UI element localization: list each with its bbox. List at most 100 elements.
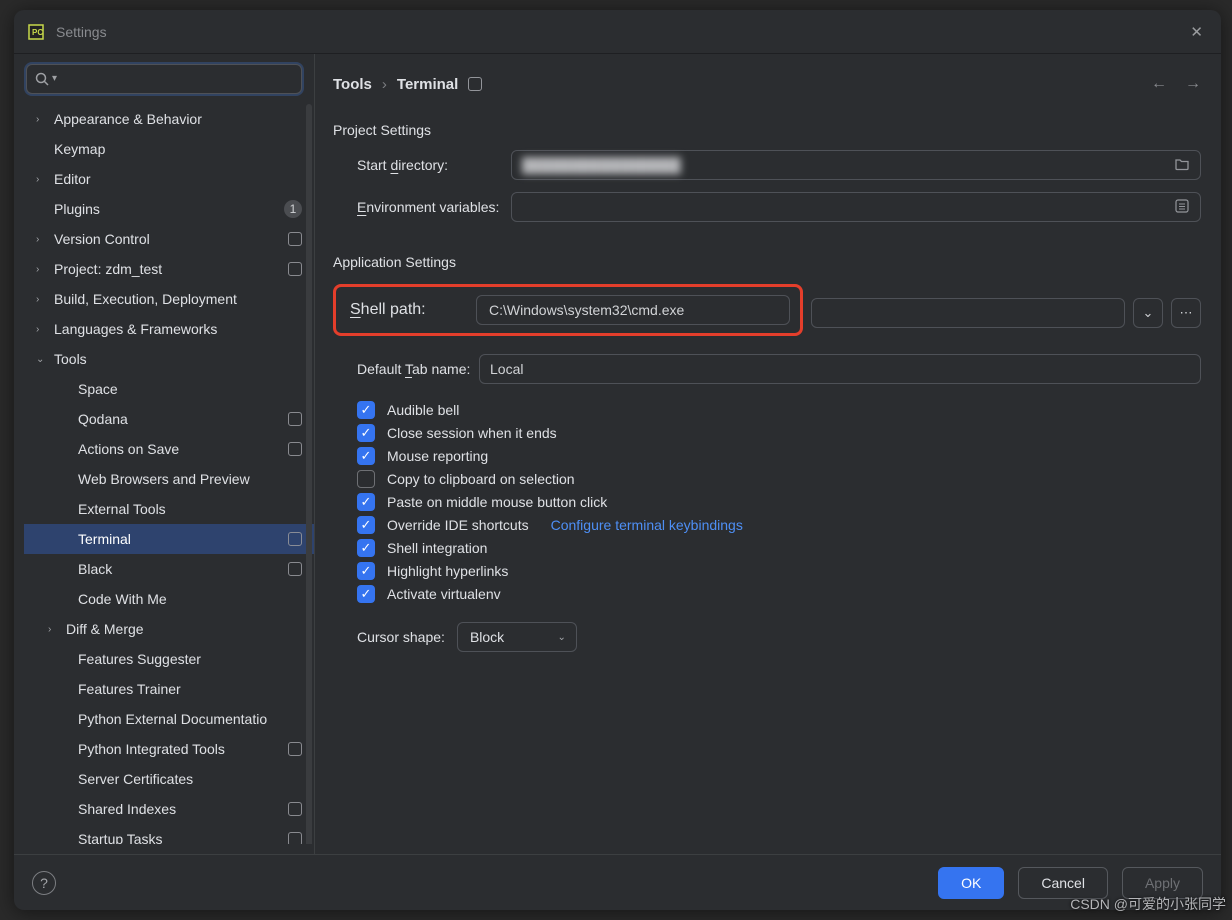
nav-forward-icon[interactable]: → bbox=[1185, 75, 1201, 93]
sidebar-item-label: Qodana bbox=[78, 411, 128, 427]
sidebar-item-label: Plugins bbox=[54, 201, 100, 217]
svg-text:PC: PC bbox=[32, 28, 43, 37]
sidebar-item-label: Shared Indexes bbox=[78, 801, 176, 817]
cursor-shape-label: Cursor shape: bbox=[357, 629, 445, 645]
checkbox-label: Shell integration bbox=[387, 540, 487, 556]
more-icon: ⋯ bbox=[1180, 305, 1193, 321]
checkbox[interactable]: ✓ bbox=[357, 562, 375, 580]
sidebar-item-diff-merge[interactable]: ›Diff & Merge bbox=[24, 614, 314, 644]
checkbox[interactable]: ✓ bbox=[357, 447, 375, 465]
section-project-settings: Project Settings bbox=[333, 122, 1201, 138]
sidebar-item-build-execution-deployment[interactable]: ›Build, Execution, Deployment bbox=[24, 284, 314, 314]
breadcrumb-leaf: Terminal bbox=[397, 76, 458, 93]
sidebar-item-tools[interactable]: ⌄Tools bbox=[24, 344, 314, 374]
shell-path-field-ext[interactable] bbox=[811, 298, 1125, 328]
checkbox-label: Override IDE shortcuts bbox=[387, 517, 529, 533]
sidebar-item-startup-tasks[interactable]: Startup Tasks bbox=[24, 824, 314, 844]
shell-path-dropdown[interactable]: ⌄ bbox=[1133, 298, 1163, 328]
settings-main: Tools › Terminal ← → Project Settings St… bbox=[315, 54, 1221, 854]
checkbox[interactable]: ✓ bbox=[357, 401, 375, 419]
app-icon: PC bbox=[28, 24, 44, 40]
default-tab-label: Default Tab name: bbox=[333, 361, 479, 377]
checkbox[interactable] bbox=[357, 470, 375, 488]
sidebar-item-shared-indexes[interactable]: Shared Indexes bbox=[24, 794, 314, 824]
sidebar-item-label: Code With Me bbox=[78, 591, 167, 607]
list-icon[interactable] bbox=[1174, 198, 1190, 217]
sidebar-item-plugins[interactable]: Plugins 1 bbox=[24, 194, 314, 224]
nav-back-icon[interactable]: ← bbox=[1151, 75, 1167, 93]
sidebar-item-label: Features Trainer bbox=[78, 681, 181, 697]
checkbox-label: Close session when it ends bbox=[387, 425, 557, 441]
scrollbar[interactable] bbox=[306, 104, 312, 844]
sidebar-item-version-control[interactable]: › Version Control bbox=[24, 224, 314, 254]
sidebar-item-label: Web Browsers and Preview bbox=[78, 471, 250, 487]
sidebar-item-project-zdm-test[interactable]: ›Project: zdm_test bbox=[24, 254, 314, 284]
sidebar-item-editor[interactable]: ›Editor bbox=[24, 164, 314, 194]
settings-tree[interactable]: ›Appearance & BehaviorKeymap›EditorPlugi… bbox=[24, 104, 314, 844]
cursor-shape-select[interactable]: Block ⌄ bbox=[457, 622, 577, 652]
shell-path-field[interactable]: C:\Windows\system32\cmd.exe bbox=[476, 295, 790, 325]
sidebar-item-actions-on-save[interactable]: Actions on Save bbox=[24, 434, 314, 464]
chevron-right-icon: › bbox=[36, 174, 39, 185]
sidebar-item-label: Project: zdm_test bbox=[54, 261, 162, 277]
folder-icon[interactable] bbox=[1174, 156, 1190, 175]
env-vars-field[interactable] bbox=[511, 192, 1201, 222]
chevron-right-icon: › bbox=[48, 624, 51, 635]
option-activate-virtualenv: ✓Activate virtualenv bbox=[357, 585, 1201, 603]
sidebar-item-label: External Tools bbox=[78, 501, 166, 517]
sidebar-item-languages-frameworks[interactable]: ›Languages & Frameworks bbox=[24, 314, 314, 344]
sidebar-item-python-external-documentatio[interactable]: Python External Documentatio bbox=[24, 704, 314, 734]
sidebar-item-black[interactable]: Black bbox=[24, 554, 314, 584]
sidebar-item-label: Python Integrated Tools bbox=[78, 741, 225, 757]
start-directory-field[interactable]: ████████████████ bbox=[511, 150, 1201, 180]
sidebar-item-label: Server Certificates bbox=[78, 771, 193, 787]
checkbox[interactable]: ✓ bbox=[357, 493, 375, 511]
option-paste-on-middle-mouse-button-click: ✓ Paste on middle mouse button click bbox=[357, 493, 1201, 511]
sidebar-item-space[interactable]: Space bbox=[24, 374, 314, 404]
chevron-right-icon: › bbox=[36, 234, 39, 245]
chevron-right-icon: › bbox=[382, 76, 387, 93]
shell-path-browse[interactable]: ⋯ bbox=[1171, 298, 1201, 328]
sidebar-item-code-with-me[interactable]: Code With Me bbox=[24, 584, 314, 614]
sidebar-item-web-browsers-and-preview[interactable]: Web Browsers and Preview bbox=[24, 464, 314, 494]
sidebar-item-label: Version Control bbox=[54, 231, 150, 247]
configure-keybindings-link[interactable]: Configure terminal keybindings bbox=[551, 517, 743, 533]
breadcrumb-root[interactable]: Tools bbox=[333, 76, 372, 93]
sidebar-item-keymap[interactable]: Keymap bbox=[24, 134, 314, 164]
env-vars-label: Environment variables: bbox=[333, 199, 511, 215]
checkbox[interactable]: ✓ bbox=[357, 424, 375, 442]
sidebar-item-features-trainer[interactable]: Features Trainer bbox=[24, 674, 314, 704]
sidebar-item-external-tools[interactable]: External Tools bbox=[24, 494, 314, 524]
search-input[interactable] bbox=[26, 64, 302, 94]
scope-badge-icon bbox=[288, 802, 302, 816]
scope-badge-icon bbox=[288, 832, 302, 844]
search-icon bbox=[34, 71, 50, 87]
sidebar-item-label: Actions on Save bbox=[78, 441, 179, 457]
title-bar: PC Settings ✕ bbox=[14, 10, 1221, 54]
sidebar-item-features-suggester[interactable]: Features Suggester bbox=[24, 644, 314, 674]
sidebar-item-label: Black bbox=[78, 561, 112, 577]
sidebar-item-server-certificates[interactable]: Server Certificates bbox=[24, 764, 314, 794]
settings-dialog: PC Settings ✕ ▾ ›Appearance & BehaviorKe… bbox=[14, 10, 1221, 910]
checkbox[interactable]: ✓ bbox=[357, 585, 375, 603]
checkbox-label: Paste on middle mouse button click bbox=[387, 494, 607, 510]
sidebar-item-python-integrated-tools[interactable]: Python Integrated Tools bbox=[24, 734, 314, 764]
ok-button[interactable]: OK bbox=[938, 867, 1004, 899]
chevron-down-icon: ⌄ bbox=[558, 632, 566, 643]
checkbox[interactable]: ✓ bbox=[357, 516, 375, 534]
scope-badge-icon bbox=[288, 412, 302, 426]
close-icon[interactable]: ✕ bbox=[1186, 19, 1207, 45]
sidebar-item-label: Features Suggester bbox=[78, 651, 201, 667]
sidebar-item-appearance-behavior[interactable]: ›Appearance & Behavior bbox=[24, 104, 314, 134]
checkbox[interactable]: ✓ bbox=[357, 539, 375, 557]
sidebar-item-label: Appearance & Behavior bbox=[54, 111, 202, 127]
sidebar-item-qodana[interactable]: Qodana bbox=[24, 404, 314, 434]
count-badge: 1 bbox=[284, 200, 302, 218]
help-icon[interactable]: ? bbox=[32, 871, 56, 895]
scope-badge-icon bbox=[288, 232, 302, 246]
scope-badge-icon bbox=[288, 532, 302, 546]
default-tab-field[interactable]: Local bbox=[479, 354, 1201, 384]
chevron-down-icon[interactable]: ▾ bbox=[52, 73, 57, 84]
scope-badge-icon bbox=[288, 262, 302, 276]
sidebar-item-terminal[interactable]: Terminal bbox=[24, 524, 314, 554]
